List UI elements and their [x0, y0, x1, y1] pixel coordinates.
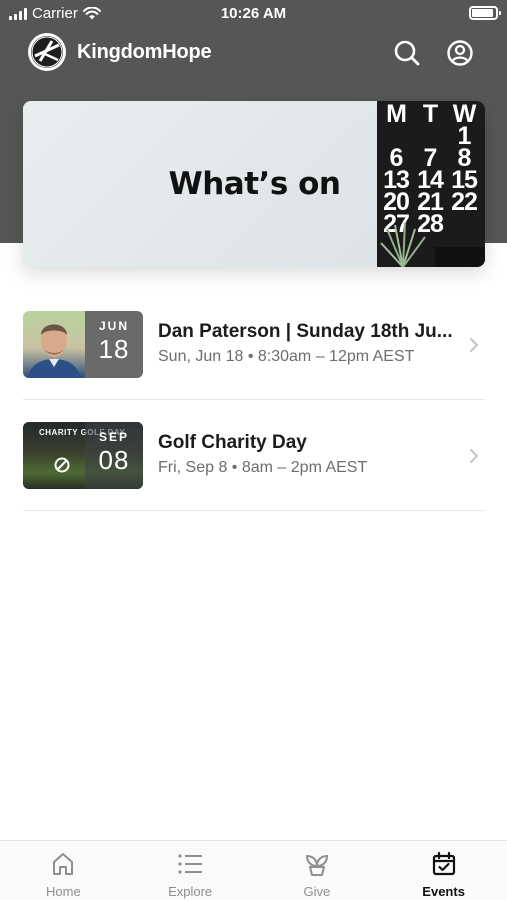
event-title: Dan Paterson | Sunday 18th Ju... [158, 321, 453, 342]
tab-explore[interactable]: Explore [127, 841, 254, 900]
event-schedule: Fri, Sep 8 • 8am – 2pm AEST [158, 459, 368, 476]
plant-decoration [380, 222, 426, 267]
event-date-month: SEP [98, 430, 129, 444]
search-button[interactable] [392, 38, 422, 68]
event-schedule: Sun, Jun 18 • 8:30am – 12pm AEST [158, 348, 415, 365]
status-time: 10:26 AM [220, 5, 287, 22]
logo-icon [31, 36, 63, 68]
profile-button[interactable] [445, 38, 475, 68]
battery-icon [469, 6, 501, 20]
event-date-badge: SEP 08 [85, 422, 143, 489]
tab-label: Events [422, 884, 465, 899]
chevron-right-icon [470, 449, 479, 463]
plant-icon [305, 854, 328, 876]
divider [23, 399, 485, 400]
event-date-day: 08 [98, 445, 130, 475]
event-thumbnail: CHARITY GOLF DAY SEP 08 [23, 422, 143, 489]
event-item[interactable]: CHARITY GOLF DAY SEP 08 Golf Charity Day… [23, 422, 485, 512]
chevron-right-icon [470, 338, 479, 352]
whats-on-banner[interactable]: M T W 1 6 7 8 13 14 15 20 21 22 27 28 Wh… [23, 101, 485, 267]
event-date-day: 18 [98, 334, 130, 364]
tab-label: Explore [168, 884, 213, 899]
event-date-month: JUN [98, 319, 129, 333]
tab-bar: Home Explore Give Events [0, 840, 507, 900]
search-icon [394, 40, 420, 66]
tab-label: Home [46, 884, 81, 899]
profile-icon [447, 40, 473, 66]
banner-title: What’s on [168, 166, 341, 202]
divider [23, 510, 485, 511]
calendar-cell: M [386, 101, 407, 128]
app-bar: KingdomHope [0, 30, 507, 76]
speaker-photo [23, 311, 85, 378]
app-title: KingdomHope [77, 41, 212, 63]
event-date-badge: JUN 18 [85, 311, 143, 378]
tab-events[interactable]: Events [380, 841, 507, 900]
calendar-check-icon [432, 851, 455, 876]
event-title: Golf Charity Day [158, 432, 307, 453]
calendar-cell: T [422, 101, 438, 128]
tab-give[interactable]: Give [254, 841, 381, 900]
golf-logo-icon [54, 457, 70, 473]
status-bar: Carrier 10:26 AM [0, 0, 507, 28]
tab-home[interactable]: Home [0, 841, 127, 900]
home-icon [53, 853, 74, 875]
event-item[interactable]: JUN 18 Dan Paterson | Sunday 18th Ju... … [23, 311, 485, 401]
event-thumbnail: JUN 18 [23, 311, 143, 378]
calendar-base [435, 247, 485, 267]
church-logo[interactable] [28, 33, 66, 71]
tab-label: Give [303, 884, 331, 899]
list-icon [178, 854, 203, 874]
